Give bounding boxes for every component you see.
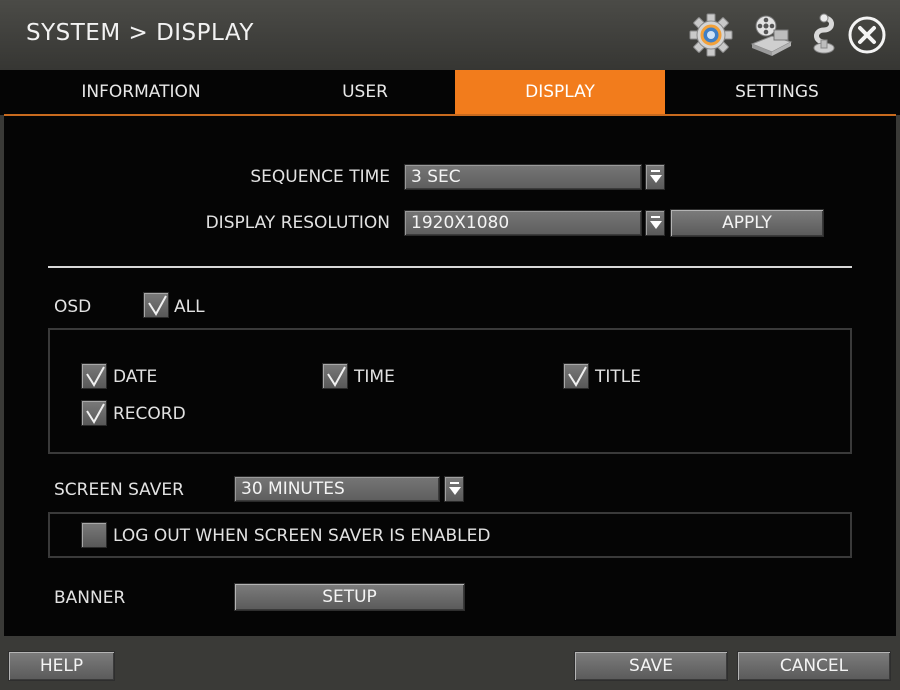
section-divider — [48, 266, 852, 268]
chevron-down-icon — [650, 221, 662, 229]
window-title: SYSTEM > DISPLAY — [26, 20, 254, 46]
checkmark-icon — [327, 366, 346, 387]
network-icon[interactable] — [804, 12, 850, 58]
osd-items-box — [48, 328, 852, 454]
gear-icon[interactable] — [688, 12, 734, 58]
save-button[interactable]: SAVE — [574, 651, 728, 681]
cancel-button[interactable]: CANCEL — [737, 651, 891, 681]
tab-information[interactable]: INFORMATION — [36, 70, 246, 114]
osd-date-checkbox[interactable] — [81, 363, 107, 389]
checkmark-icon — [148, 295, 167, 316]
sequence-time-select[interactable]: 3 SEC — [404, 164, 642, 190]
banner-label: BANNER — [54, 588, 126, 608]
osd-time-checkbox[interactable] — [322, 363, 348, 389]
osd-all-checkbox[interactable] — [143, 292, 169, 318]
screen-saver-select[interactable]: 30 MINUTES — [234, 476, 440, 502]
chevron-down-icon — [651, 170, 660, 172]
sequence-time-dropdown-button[interactable] — [645, 164, 665, 190]
logout-on-screen-saver-checkbox[interactable] — [81, 522, 107, 548]
checkmark-icon — [86, 366, 105, 387]
display-resolution-dropdown-button[interactable] — [645, 210, 665, 236]
osd-record-label: RECORD — [113, 404, 186, 424]
osd-label: OSD — [54, 297, 92, 317]
tab-display[interactable]: DISPLAY — [455, 70, 665, 114]
osd-record-checkbox[interactable] — [81, 400, 107, 426]
apply-button[interactable]: APPLY — [670, 209, 824, 237]
screen-saver-dropdown-button[interactable] — [444, 476, 464, 502]
logout-on-screen-saver-label: LOG OUT WHEN SCREEN SAVER IS ENABLED — [113, 526, 491, 546]
help-button[interactable]: HELP — [8, 651, 115, 681]
tab-user[interactable]: USER — [260, 70, 470, 114]
chevron-down-icon — [651, 216, 660, 218]
chevron-down-icon — [450, 482, 459, 484]
osd-time-label: TIME — [354, 367, 395, 387]
banner-setup-button[interactable]: SETUP — [234, 583, 465, 611]
osd-all-label: ALL — [174, 297, 205, 317]
close-icon[interactable] — [846, 14, 888, 56]
osd-title-label: TITLE — [595, 367, 641, 387]
display-resolution-select[interactable]: 1920X1080 — [404, 210, 642, 236]
osd-date-label: DATE — [113, 367, 158, 387]
chevron-down-icon — [449, 487, 461, 495]
screen-saver-label: SCREEN SAVER — [54, 480, 184, 500]
checkmark-icon — [568, 366, 587, 387]
film-reel-icon[interactable] — [748, 12, 794, 58]
sequence-time-label: SEQUENCE TIME — [250, 167, 390, 187]
osd-title-checkbox[interactable] — [563, 363, 589, 389]
chevron-down-icon — [650, 175, 662, 183]
checkmark-icon — [86, 403, 105, 424]
display-resolution-label: DISPLAY RESOLUTION — [205, 213, 390, 233]
tab-settings[interactable]: SETTINGS — [672, 70, 882, 114]
